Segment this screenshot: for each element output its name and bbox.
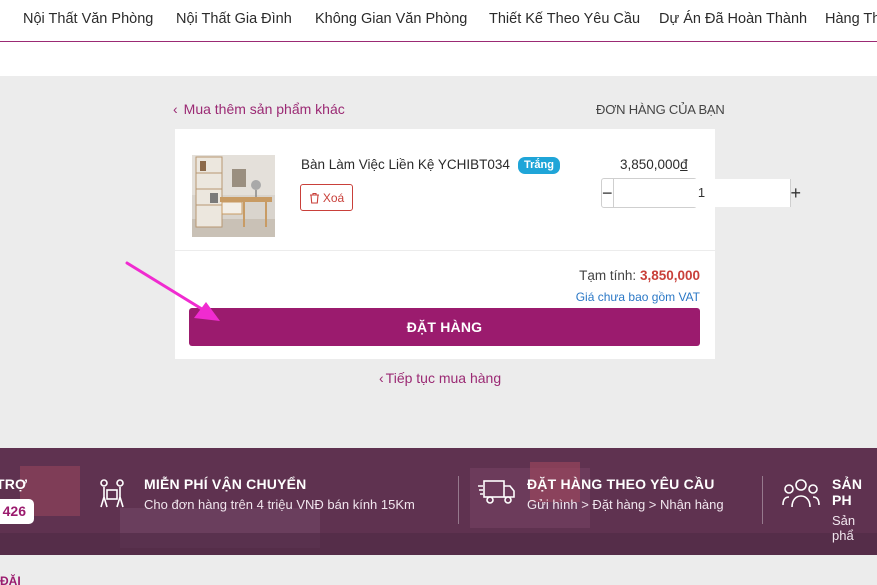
quantity-stepper: − + bbox=[601, 178, 801, 208]
nav-item-more[interactable]: Hàng Th bbox=[825, 11, 877, 27]
item-price-value: 3,850,000 bbox=[620, 157, 681, 172]
quantity-input[interactable] bbox=[612, 179, 791, 207]
item-price: 3,850,000đ bbox=[620, 157, 688, 172]
feature-custom-order: ĐẶT HÀNG THEO YÊU CẦU Gửi hình > Đặt hàn… bbox=[527, 476, 724, 512]
support-title: TRỢ bbox=[0, 476, 28, 492]
chevron-left-icon: ‹ bbox=[379, 370, 384, 386]
subtotal-label: Tạm tính: bbox=[579, 268, 637, 283]
order-title: ĐƠN HÀNG CỦA BẠN bbox=[596, 102, 725, 117]
delivery-people-icon bbox=[100, 479, 124, 508]
feature-support: TRỢ bbox=[0, 476, 27, 492]
product-name[interactable]: Bàn Làm Việc Liền Kệ YCHIBT034 bbox=[301, 157, 510, 172]
delete-label: Xoá bbox=[322, 190, 345, 205]
feature-title: ĐẶT HÀNG THEO YÊU CẦU bbox=[527, 476, 715, 492]
truck-icon bbox=[478, 480, 515, 504]
support-phone[interactable]: 426 bbox=[0, 499, 34, 524]
nav-item-office-furniture[interactable]: Nội Thất Văn Phòng bbox=[23, 11, 153, 27]
feature-separator bbox=[458, 476, 459, 524]
subtotal-value: 3,850,000 bbox=[639, 268, 700, 283]
chevron-left-icon: ‹ bbox=[173, 101, 178, 117]
feature-products: SẢN PH Sản phẩ bbox=[832, 476, 877, 543]
footer-partial-heading: ĐĂI bbox=[0, 574, 21, 585]
feature-subtitle: Gửi hình > Đặt hàng > Nhận hàng bbox=[527, 497, 724, 512]
continue-shopping-top-link[interactable]: ‹ Mua thêm sản phẩm khác bbox=[173, 101, 345, 117]
increase-quantity-button[interactable]: + bbox=[791, 179, 802, 207]
feature-title: MIỄN PHÍ VẬN CHUYỂN bbox=[144, 476, 307, 492]
nav-item-office-space[interactable]: Không Gian Văn Phòng bbox=[315, 11, 467, 27]
card-divider bbox=[175, 250, 715, 251]
top-navigation: Nội Thất Văn Phòng Nội Thất Gia Đình Khô… bbox=[0, 0, 877, 42]
feature-separator bbox=[762, 476, 763, 524]
group-icon bbox=[782, 479, 820, 508]
nav-item-custom-design[interactable]: Thiết Kế Theo Yêu Cầu bbox=[489, 11, 640, 27]
continue-shopping-link[interactable]: ‹ Tiếp tục mua hàng bbox=[379, 370, 501, 386]
header-spacer bbox=[0, 42, 877, 76]
currency-symbol: đ bbox=[680, 157, 688, 172]
nav-item-completed-projects[interactable]: Dự Án Đã Hoàn Thành bbox=[659, 11, 807, 27]
decrease-quantity-button[interactable]: − bbox=[602, 179, 613, 207]
product-variant-badge: Trắng bbox=[518, 157, 560, 174]
banner-background-image bbox=[0, 448, 877, 555]
place-order-button[interactable]: ĐẶT HÀNG bbox=[189, 308, 700, 346]
trash-icon bbox=[309, 192, 319, 204]
feature-subtitle: Sản phẩ bbox=[832, 513, 856, 543]
feature-title: SẢN PH bbox=[832, 476, 863, 508]
continue-link-label: Tiếp tục mua hàng bbox=[385, 370, 502, 386]
feature-free-shipping: MIỄN PHÍ VẬN CHUYỂN Cho đơn hàng trên 4 … bbox=[144, 476, 415, 512]
feature-subtitle: Cho đơn hàng trên 4 triệu VNĐ bán kính 1… bbox=[144, 497, 415, 512]
subtotal: Tạm tính: 3,850,000 bbox=[579, 268, 700, 283]
desk-image-icon bbox=[192, 155, 275, 237]
nav-item-home-furniture[interactable]: Nội Thất Gia Đình bbox=[176, 11, 292, 27]
delete-item-button[interactable]: Xoá bbox=[300, 184, 353, 211]
vat-note: Giá chưa bao gồm VAT bbox=[575, 290, 700, 304]
back-link-label: Mua thêm sản phẩm khác bbox=[183, 101, 345, 117]
feature-banner: TRỢ 426 MIỄN PHÍ VẬN CHUYỂN Cho đơn hàng… bbox=[0, 448, 877, 555]
product-thumbnail[interactable] bbox=[192, 155, 275, 237]
